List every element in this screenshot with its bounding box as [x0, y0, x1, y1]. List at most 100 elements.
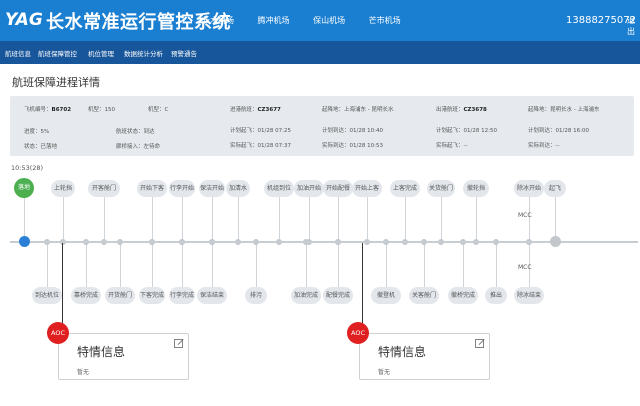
timeline-substep-9[interactable]: 配餐完成	[323, 287, 353, 304]
timeline-substep-1[interactable]: 到达机位	[32, 287, 62, 304]
svg-text:YAG: YAG	[5, 10, 43, 30]
timeline-connector	[306, 244, 307, 287]
timeline-connector	[496, 244, 497, 287]
timeline-step-15[interactable]: 除冰开始	[514, 180, 544, 197]
timeline-step-4[interactable]: 开始下客	[137, 180, 167, 197]
timeline-connector	[338, 244, 339, 287]
timeline-substep-12[interactable]: 撤桥完成	[448, 287, 478, 304]
timeline-substep-5[interactable]: 行李完成	[169, 287, 195, 304]
airport-tab[interactable]: 长水机场	[202, 16, 234, 25]
timeline-connector	[24, 198, 25, 236]
aoc-badge: AOC	[47, 322, 69, 344]
inbound-route: 起降地：上海浦东 - 昆明长水	[322, 107, 394, 113]
timeline-step-9[interactable]: 加油开始	[294, 180, 324, 197]
timeline-connector	[424, 244, 425, 287]
app-logo: YAG	[5, 10, 43, 30]
timeline-substep-10[interactable]: 撤登机	[371, 287, 401, 304]
timeline-connector	[238, 197, 239, 239]
timeline-step-1[interactable]: 落地	[14, 178, 34, 198]
logout-link[interactable]: 退出	[627, 15, 640, 37]
timeline-step-16[interactable]: 起飞	[544, 180, 566, 197]
airport-tab[interactable]: 腾冲机场	[258, 16, 290, 25]
timeline-step-8[interactable]: 机组到位	[264, 180, 294, 197]
aircraft-type: 机型：150	[88, 107, 116, 113]
timeline-time: 10:53(28)	[11, 164, 44, 172]
inbound-planned-arrival: 计划到达：01/28 10:40	[322, 128, 383, 134]
timeline-step-11[interactable]: 开始上客	[352, 180, 382, 197]
outbound-flight: 出港航班：CZ3678	[436, 107, 487, 113]
nav-item-warnings[interactable]: 预警通告	[171, 48, 197, 58]
timeline-axis	[10, 241, 638, 243]
timeline-connector	[309, 197, 310, 239]
timeline-substep-11[interactable]: 关客舱门	[409, 287, 439, 304]
outbound-actual-departure: 实际起飞：--	[436, 143, 468, 149]
timeline-step-12[interactable]: 上客完成	[390, 180, 420, 197]
timeline-substep-2[interactable]: 靠桥完成	[71, 287, 101, 304]
page-title: 航班保障进程详情	[12, 76, 100, 89]
outbound-planned-arrival: 计划到达：01/28 16:00	[528, 128, 589, 134]
timeline-connector	[256, 244, 257, 287]
timeline-substep-6[interactable]: 保洁结束	[197, 287, 227, 304]
timeline-connector	[386, 244, 387, 287]
timeline-substep-13[interactable]: 推出	[485, 287, 507, 304]
timeline-connector	[86, 244, 87, 287]
timeline-connector	[476, 197, 477, 239]
timeline-substep-8[interactable]: 加油完成	[291, 287, 321, 304]
plane-number: 飞机编号：B6702	[24, 107, 72, 113]
airport-tabs: 长水机场 腾冲机场 保山机场 芒市机场	[202, 15, 422, 26]
special-info-card[interactable]: 特情信息 暂无	[359, 333, 490, 380]
inbound-planned-departure: 计划起飞：01/28 07:25	[230, 128, 291, 134]
bridge-access: 廊桥接入：左待命	[116, 144, 161, 150]
timeline-connector	[152, 197, 153, 239]
timeline-connector	[104, 197, 105, 239]
timeline-connector	[63, 197, 64, 239]
card-body: 暂无	[77, 369, 90, 376]
edit-icon[interactable]	[174, 338, 184, 348]
mcc-label-top: MCC	[518, 212, 532, 219]
timeline-connector	[212, 244, 213, 287]
outbound-planned-departure: 计划起飞：01/28 12:50	[436, 128, 497, 134]
timeline-step-2[interactable]: 上轮挡	[51, 180, 75, 197]
inbound-flight: 进港航班：CZ3677	[230, 107, 281, 113]
timeline-connector	[555, 197, 556, 239]
special-info-card[interactable]: 特情信息 暂无	[58, 333, 189, 380]
timeline-step-6[interactable]: 保洁开始	[199, 180, 225, 197]
user-phone: 13888275072	[566, 15, 636, 26]
timeline-connector	[182, 244, 183, 287]
landing-state: 状态：已落地	[24, 144, 58, 150]
top-bar: YAG 长水常准运行管控系统 长水机场 腾冲机场 保山机场 芒市机场 13888…	[0, 0, 640, 41]
timeline-step-3[interactable]: 开客舱门	[88, 180, 120, 197]
timeline-step-7[interactable]: 加清水	[226, 180, 250, 197]
flight-status: 航班状态：到达	[116, 129, 155, 135]
nav-item-stand-management[interactable]: 机位管理	[88, 48, 114, 58]
timeline-step-13[interactable]: 关货舱门	[427, 180, 455, 197]
nav-item-statistics[interactable]: 数据统计分析	[124, 48, 163, 58]
card-connector-line	[62, 243, 63, 333]
card-title: 特情信息	[378, 345, 427, 359]
edit-icon[interactable]	[475, 338, 485, 348]
timeline-substep-7[interactable]: 排污	[245, 287, 267, 304]
airport-tab[interactable]: 芒市机场	[369, 16, 401, 25]
timeline-connector	[182, 197, 183, 239]
timeline-step-5[interactable]: 行李开始	[169, 180, 195, 197]
timeline-connector	[212, 197, 213, 239]
timeline-substep-3[interactable]: 开货舱门	[105, 287, 135, 304]
nav-item-flight-control[interactable]: 航班保障管控	[38, 48, 77, 58]
timeline-step-14[interactable]: 撤轮挡	[463, 180, 489, 197]
timeline-connector	[47, 244, 48, 287]
nav-item-flight-info[interactable]: 航班信息	[5, 48, 31, 58]
timeline-connector	[279, 197, 280, 239]
flight-info-panel: 飞机编号：B6702 机型：150 机型：C 进度：5% 航班状态：到达 状态：…	[10, 96, 634, 156]
card-body: 暂无	[378, 369, 391, 376]
progress: 进度：5%	[24, 129, 50, 135]
timeline-connector	[152, 244, 153, 287]
card-connector-line	[362, 243, 363, 333]
timeline-substep-14[interactable]: 除冰结束	[514, 287, 544, 304]
timeline-substep-4[interactable]: 下客完成	[139, 287, 165, 304]
timeline-connector	[338, 197, 339, 239]
timeline-step-10[interactable]: 开始配餐	[323, 180, 353, 197]
timeline-connector	[367, 197, 368, 239]
inbound-actual-arrival: 实际到达：01/28 10:53	[322, 143, 383, 149]
airport-tab[interactable]: 保山机场	[313, 16, 345, 25]
timeline-connector	[120, 244, 121, 287]
